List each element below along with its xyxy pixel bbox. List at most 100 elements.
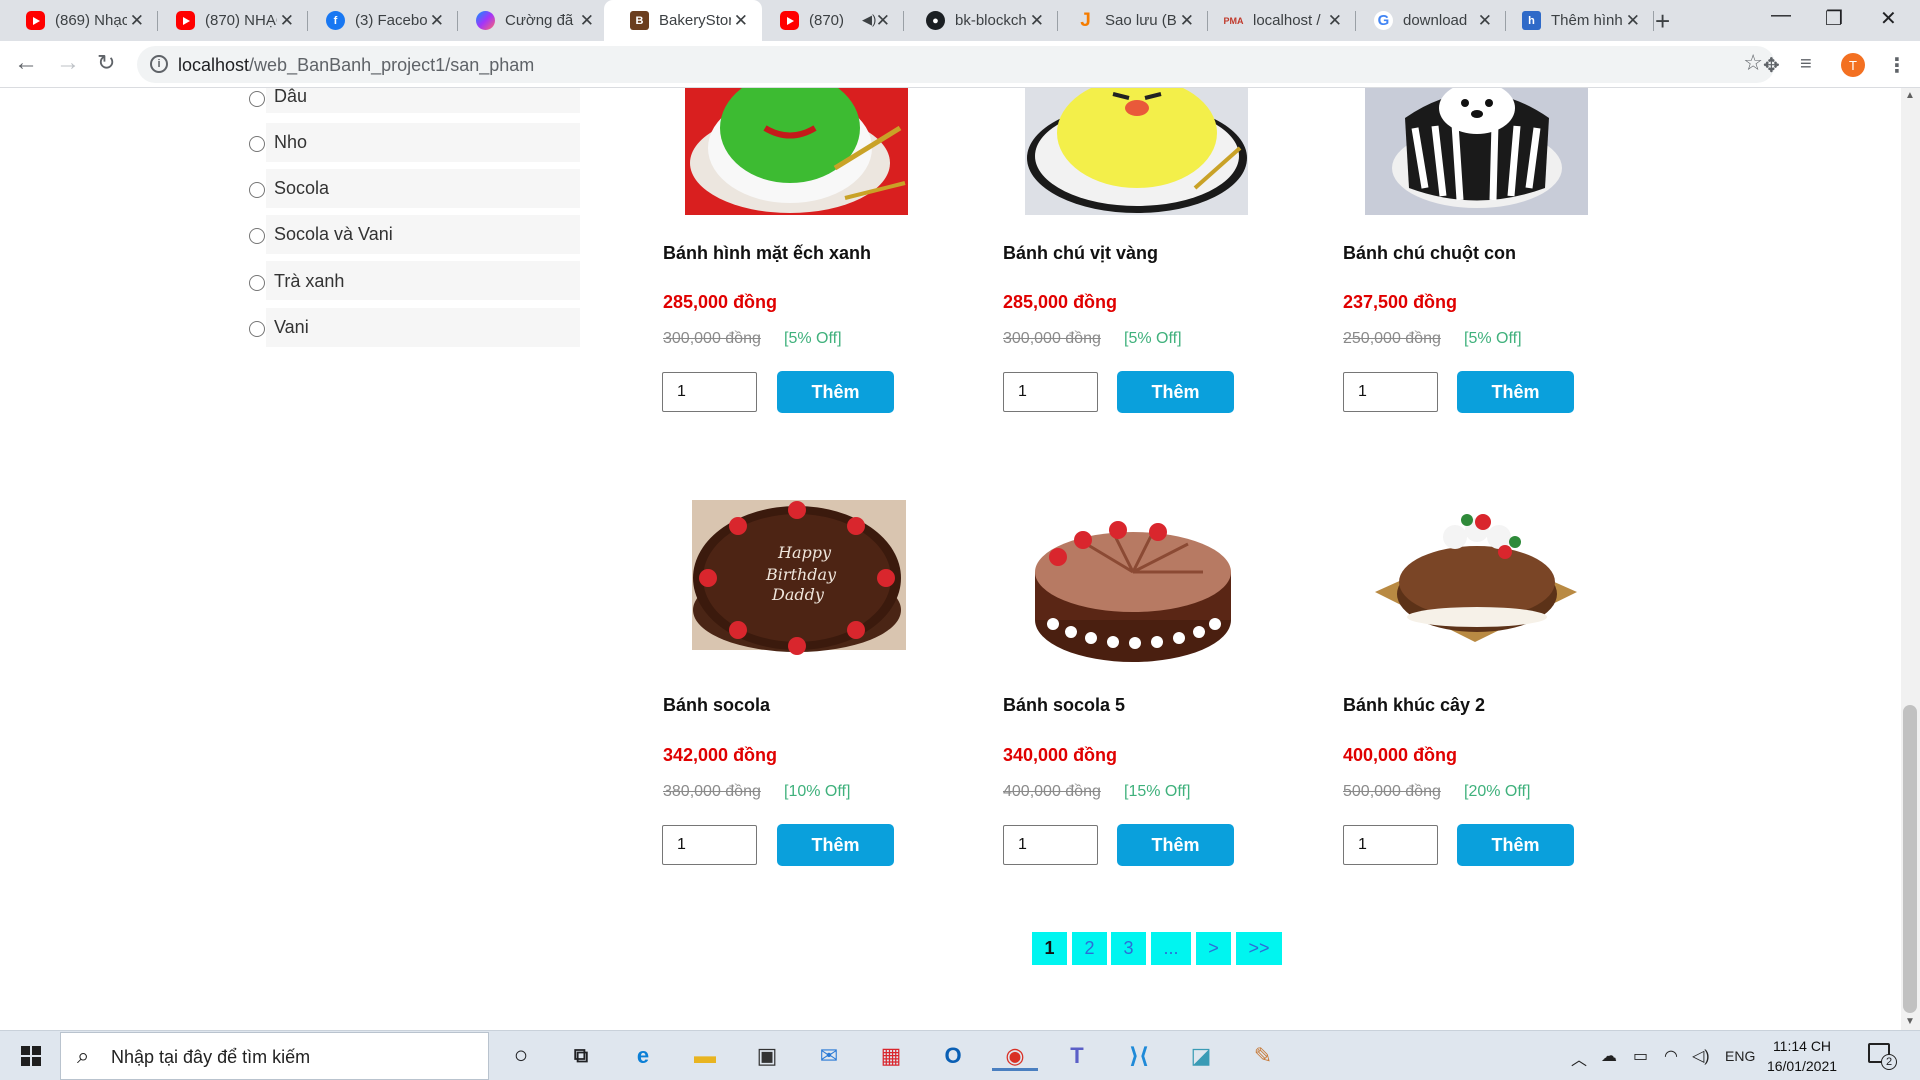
pagination-next[interactable]: > [1196, 932, 1231, 965]
tab-phpmyadmin[interactable]: PMA localhost / ✕ [1198, 0, 1356, 41]
page-scrollbar[interactable]: ▲ ▼ [1901, 88, 1920, 1030]
outlook-icon[interactable]: O [938, 1041, 968, 1071]
close-tab-icon[interactable]: ✕ [876, 11, 890, 31]
close-tab-icon[interactable]: ✕ [1478, 11, 1492, 31]
new-tab-icon[interactable]: + [1655, 6, 1670, 37]
product-image-duck-cake[interactable] [1025, 88, 1248, 215]
pagination-page-1[interactable]: 1 [1032, 932, 1067, 965]
quantity-input[interactable] [1343, 825, 1438, 865]
quantity-input[interactable] [1003, 372, 1098, 412]
quantity-input[interactable] [1343, 372, 1438, 412]
close-tab-icon[interactable]: ✕ [1626, 11, 1640, 31]
kebab-menu-icon[interactable]: ⋮ [1887, 53, 1907, 78]
scrollbar-thumb[interactable] [1903, 705, 1917, 1013]
product-image-birthday-cake[interactable]: Happy Birthday Daddy [688, 500, 906, 666]
pagination-page-3[interactable]: 3 [1111, 932, 1146, 965]
tab-facebook[interactable]: f (3) Facebook ✕ [300, 0, 458, 41]
reload-icon[interactable]: ↻ [97, 50, 115, 76]
product-name[interactable]: Bánh hình mặt ếch xanh [663, 241, 878, 266]
bookmark-star-icon[interactable]: ☆ [1743, 50, 1763, 76]
product-name[interactable]: Bánh socola 5 [1003, 693, 1218, 718]
pagination-last[interactable]: >> [1236, 932, 1282, 965]
audio-playing-icon[interactable]: ◀︎) [862, 12, 876, 28]
edge-icon[interactable]: e [628, 1041, 658, 1071]
scroll-up-arrow-icon[interactable]: ▲ [1905, 90, 1915, 101]
quantity-input[interactable] [662, 372, 757, 412]
product-image-mouse-cake[interactable] [1365, 88, 1588, 215]
mail-icon[interactable]: ✉ [814, 1041, 844, 1071]
site-info-icon[interactable]: i [150, 55, 168, 73]
battery-icon[interactable]: ▭ [1633, 1046, 1648, 1066]
add-to-cart-button[interactable]: Thêm [777, 824, 894, 866]
tab-youtube-2[interactable]: (870) NHẠC ✕ [150, 0, 308, 41]
add-to-cart-button[interactable]: Thêm [1117, 371, 1234, 413]
address-bar[interactable]: i localhost/web_BanBanh_project1/san_pha… [137, 46, 1775, 83]
add-to-cart-button[interactable]: Thêm [1457, 371, 1574, 413]
notepad-icon[interactable]: ◪ [1186, 1041, 1216, 1071]
tab-youtube-3[interactable]: (870) ◀︎) ✕ [754, 0, 904, 41]
close-tab-icon[interactable]: ✕ [580, 11, 594, 31]
store-icon[interactable]: ▣ [752, 1041, 782, 1071]
paint-icon[interactable]: ✎ [1248, 1041, 1278, 1071]
cortana-icon[interactable]: ○ [506, 1041, 536, 1071]
product-name[interactable]: Bánh chú chuột con [1343, 241, 1558, 266]
teams-icon[interactable]: T [1062, 1041, 1092, 1071]
tab-github[interactable]: ● bk-blockchain ✕ [900, 0, 1058, 41]
forward-icon[interactable]: → [56, 49, 80, 77]
tab-google[interactable]: G download ✕ [1348, 0, 1506, 41]
filter-radio-dau[interactable] [249, 91, 265, 107]
chrome-icon[interactable]: ◉ [992, 1041, 1038, 1071]
wifi-icon[interactable]: ◠ [1664, 1046, 1678, 1066]
back-icon[interactable]: ← [14, 49, 38, 77]
profile-avatar[interactable]: T [1841, 53, 1865, 77]
task-view-icon[interactable]: ⧉ [566, 1041, 596, 1071]
clock[interactable]: 11:14 CH 16/01/2021 [1762, 1036, 1842, 1076]
gift-app-icon[interactable]: ▦ [876, 1041, 906, 1071]
close-tab-icon[interactable]: ✕ [130, 11, 144, 31]
filter-radio-vani[interactable] [249, 321, 265, 337]
close-tab-icon[interactable]: ✕ [1030, 11, 1044, 31]
tab-bakerystore[interactable]: B BakeryStore ✕ [604, 0, 762, 41]
product-name[interactable]: Bánh socola [663, 693, 878, 718]
language-indicator[interactable]: ENG [1725, 1048, 1755, 1064]
vscode-icon[interactable]: ⟩⟨ [1124, 1041, 1154, 1071]
tab-java[interactable]: J Sao lưu (B ✕ [1050, 0, 1208, 41]
tab-h[interactable]: h Thêm hình ✕ [1496, 0, 1654, 41]
media-queue-icon[interactable]: ≡ [1800, 53, 1812, 76]
extensions-puzzle-icon[interactable]: ✥ [1763, 53, 1780, 78]
notification-center-icon[interactable]: 2 [1868, 1043, 1897, 1070]
pagination-page-2[interactable]: 2 [1072, 932, 1107, 965]
scroll-down-arrow-icon[interactable]: ▼ [1905, 1016, 1915, 1027]
onedrive-icon[interactable]: ☁ [1601, 1046, 1617, 1066]
minimize-icon[interactable]: — [1771, 4, 1791, 27]
close-tab-icon[interactable]: ✕ [734, 11, 748, 31]
url-text[interactable]: localhost/web_BanBanh_project1/san_pham [178, 55, 534, 76]
product-name[interactable]: Bánh khúc cây 2 [1343, 693, 1558, 718]
tab-messenger[interactable]: Cường đã ✕ [450, 0, 608, 41]
product-image-log-cake-2[interactable] [1365, 502, 1588, 666]
tray-overflow-icon[interactable]: ︿ [1571, 1046, 1587, 1070]
close-tab-icon[interactable]: ✕ [1180, 11, 1194, 31]
quantity-input[interactable] [662, 825, 757, 865]
pagination-ellipsis[interactable]: ... [1151, 932, 1191, 965]
windows-start-icon[interactable] [21, 1046, 41, 1066]
close-tab-icon[interactable]: ✕ [1328, 11, 1342, 31]
volume-icon[interactable]: ◁) [1692, 1046, 1710, 1066]
close-window-icon[interactable]: ✕ [1880, 6, 1897, 31]
filter-radio-socola-vani[interactable] [249, 228, 265, 244]
quantity-input[interactable] [1003, 825, 1098, 865]
taskbar-search-box[interactable]: ⌕ Nhập tại đây để tìm kiếm [60, 1032, 489, 1080]
tab-youtube-1[interactable]: (869) Nhạc ✕ [0, 0, 158, 41]
add-to-cart-button[interactable]: Thêm [1117, 824, 1234, 866]
close-tab-icon[interactable]: ✕ [430, 11, 444, 31]
product-image-frog-cake[interactable] [685, 88, 908, 215]
filter-radio-socola[interactable] [249, 182, 265, 198]
close-tab-icon[interactable]: ✕ [280, 11, 294, 31]
filter-radio-nho[interactable] [249, 136, 265, 152]
restore-icon[interactable]: ❐ [1825, 6, 1843, 31]
add-to-cart-button[interactable]: Thêm [1457, 824, 1574, 866]
add-to-cart-button[interactable]: Thêm [777, 371, 894, 413]
filter-radio-tra-xanh[interactable] [249, 275, 265, 291]
product-image-chocolate-cake-5[interactable] [1023, 502, 1238, 666]
product-name[interactable]: Bánh chú vịt vàng [1003, 241, 1218, 266]
